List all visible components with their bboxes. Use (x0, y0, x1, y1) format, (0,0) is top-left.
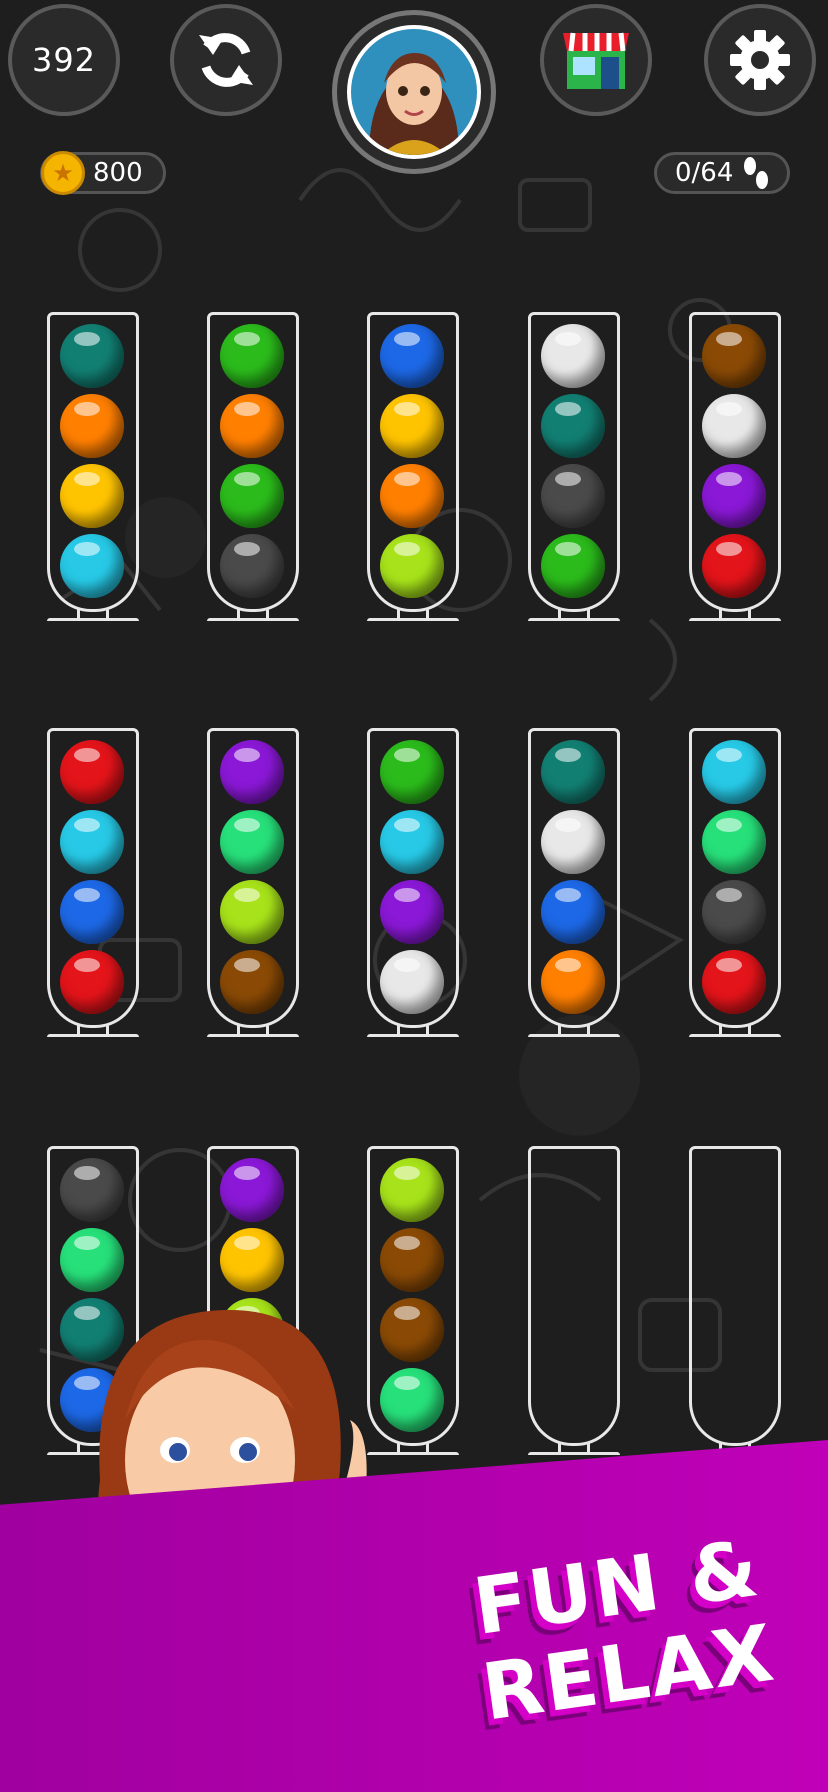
tube[interactable] (689, 728, 781, 1042)
tube[interactable] (367, 728, 459, 1042)
moves-counter: 0/64 (654, 152, 790, 194)
tube-base (207, 618, 299, 624)
ball-blue[interactable] (541, 880, 605, 944)
ball-gray[interactable] (702, 880, 766, 944)
ball-teal[interactable] (60, 324, 124, 388)
ball-green[interactable] (220, 324, 284, 388)
ball-lime[interactable] (220, 880, 284, 944)
tube-glass (528, 1146, 620, 1446)
ball-white[interactable] (380, 950, 444, 1014)
tube-base (528, 618, 620, 624)
level-badge: 392 (8, 4, 120, 116)
tube[interactable] (207, 312, 299, 626)
ball-purple[interactable] (380, 880, 444, 944)
ball-cyan[interactable] (380, 810, 444, 874)
tube[interactable] (689, 312, 781, 626)
ball-red[interactable] (702, 534, 766, 598)
tube[interactable] (367, 312, 459, 626)
coin-counter: ★ 800 (40, 151, 166, 195)
ball-mint[interactable] (702, 810, 766, 874)
settings-button[interactable] (704, 4, 816, 116)
avatar-portrait (347, 25, 481, 159)
ball-lime[interactable] (380, 534, 444, 598)
tube[interactable] (47, 312, 139, 626)
ball-purple[interactable] (220, 740, 284, 804)
coin-amount: 800 (93, 158, 143, 188)
moves-value: 0/64 (675, 158, 734, 188)
ball-yellow[interactable] (380, 394, 444, 458)
tube-base (207, 1034, 299, 1040)
ball-cyan[interactable] (60, 534, 124, 598)
ball-lime[interactable] (380, 1158, 444, 1222)
ball-green[interactable] (380, 740, 444, 804)
ball-teal[interactable] (541, 394, 605, 458)
refresh-icon (199, 33, 253, 87)
tube[interactable] (47, 728, 139, 1042)
tube[interactable] (528, 1146, 620, 1460)
ball-brown[interactable] (702, 324, 766, 388)
ball-blue[interactable] (380, 324, 444, 388)
ball-yellow[interactable] (60, 464, 124, 528)
tube-base (528, 1034, 620, 1040)
tube-base (689, 1034, 781, 1040)
ball-orange[interactable] (541, 950, 605, 1014)
ball-white[interactable] (541, 324, 605, 388)
ball-cyan[interactable] (702, 740, 766, 804)
ball-red[interactable] (60, 950, 124, 1014)
tube-base (367, 1034, 459, 1040)
tube[interactable] (528, 728, 620, 1042)
ball-gray[interactable] (220, 534, 284, 598)
tube[interactable] (689, 1146, 781, 1460)
ball-mint[interactable] (60, 1228, 124, 1292)
tube-base (528, 1452, 620, 1458)
ball-orange[interactable] (220, 394, 284, 458)
tube[interactable] (528, 312, 620, 626)
tube-base (47, 1034, 139, 1040)
ball-purple[interactable] (220, 1158, 284, 1222)
ball-brown[interactable] (380, 1228, 444, 1292)
ball-gray[interactable] (60, 1158, 124, 1222)
ball-white[interactable] (541, 810, 605, 874)
tube[interactable] (207, 728, 299, 1042)
tube-glass (689, 1146, 781, 1446)
ball-white[interactable] (702, 394, 766, 458)
footprints-icon (744, 157, 769, 189)
ball-brown[interactable] (220, 950, 284, 1014)
tube-base (47, 618, 139, 624)
game-screen: 392 ★ 800 0/64 FUN & RELAX (0, 0, 828, 1792)
ball-yellow[interactable] (220, 1228, 284, 1292)
shop-icon (563, 32, 629, 89)
ball-mint[interactable] (220, 810, 284, 874)
ball-red[interactable] (702, 950, 766, 1014)
tube-base (367, 618, 459, 624)
star-coin-icon: ★ (41, 151, 85, 195)
gear-icon (730, 30, 790, 90)
shop-button[interactable] (540, 4, 652, 116)
ball-blue[interactable] (60, 880, 124, 944)
ball-purple[interactable] (702, 464, 766, 528)
level-number: 392 (31, 41, 97, 79)
ball-orange[interactable] (60, 394, 124, 458)
ball-green[interactable] (220, 464, 284, 528)
avatar-button[interactable] (332, 10, 496, 174)
tube-base (689, 618, 781, 624)
ball-gray[interactable] (541, 464, 605, 528)
ball-cyan[interactable] (60, 810, 124, 874)
ball-green[interactable] (541, 534, 605, 598)
ball-orange[interactable] (380, 464, 444, 528)
ball-red[interactable] (60, 740, 124, 804)
ball-teal[interactable] (541, 740, 605, 804)
restart-button[interactable] (170, 4, 282, 116)
